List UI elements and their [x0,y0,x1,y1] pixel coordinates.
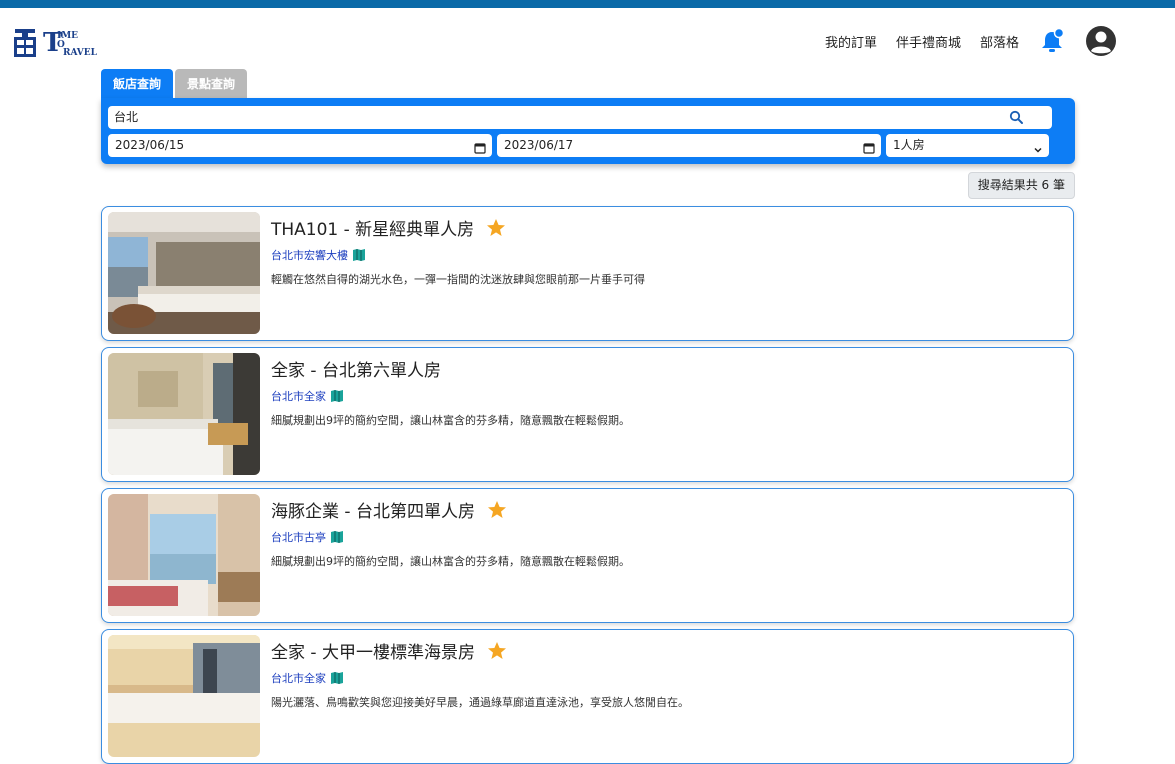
chevron-down-icon [1033,140,1043,153]
nav-link-my-orders[interactable]: 我的訂單 [825,32,877,51]
hotel-photo [108,635,260,757]
hotel-location-text: 台北市宏響大樓 [271,249,348,262]
logo-wordmark: T IME O RAVEL [43,28,97,58]
hotel-location-text: 台北市古亭 [271,531,326,544]
hotel-title-text: 全家 - 大甲一樓標準海景房 [271,643,475,663]
hotel-photo [108,212,260,334]
hotel-title-text: 全家 - 台北第六單人房 [271,361,441,381]
star-icon[interactable] [486,218,506,238]
notification-bell-icon[interactable] [1041,27,1065,54]
navbar: T IME O RAVEL 我的訂單 伴手禮商城 部落格 [0,8,1175,70]
hotel-location[interactable]: 台北市古亭 [271,529,344,545]
hotel-title: 全家 - 台北第六單人房 [271,356,441,381]
checkin-date-value: 2023/06/15 [115,138,185,152]
search-panel: 台北 2023/06/15 2023/06/17 1人房 [101,98,1075,164]
star-icon[interactable] [487,641,507,661]
map-icon[interactable] [330,671,344,685]
checkout-date-field[interactable]: 2023/06/17 [497,134,881,157]
hotel-photo [108,353,260,475]
room-type-select[interactable]: 1人房 [886,134,1049,157]
hotel-location[interactable]: 台北市全家 [271,670,344,686]
top-accent-bar [0,0,1175,8]
user-avatar-icon[interactable] [1085,25,1117,57]
hotel-title: THA101 - 新星經典單人房 [271,215,506,240]
hotel-description: 輕觸在悠然自得的湖光水色，一彈一指間的沈迷放肆與您眼前那一片垂手可得 [271,273,645,286]
calendar-icon[interactable] [863,139,875,154]
hotel-location[interactable]: 台北市全家 [271,388,344,404]
nav-link-gift-shop[interactable]: 伴手禮商城 [896,32,961,51]
hotel-description: 細膩規劃出9坪的簡約空間，讓山林富含的芬多精，隨意飄散在輕鬆假期。 [271,555,630,568]
tab-hotel-search[interactable]: 飯店查詢 [101,69,174,99]
checkin-date-field[interactable]: 2023/06/15 [108,134,492,157]
hotel-title: 全家 - 大甲一樓標準海景房 [271,638,507,663]
map-icon[interactable] [330,530,344,544]
hotel-photo [108,494,260,616]
search-keyword: 台北 [114,110,139,124]
hotel-card[interactable]: 海豚企業 - 台北第四單人房 台北市古亭 細膩規劃出9坪的簡約空間，讓山林富含的… [101,488,1074,623]
hotel-location[interactable]: 台北市宏響大樓 [271,247,366,263]
search-icon[interactable] [1009,110,1024,125]
logo[interactable]: T IME O RAVEL [13,26,103,60]
map-icon[interactable] [330,389,344,403]
hotel-location-text: 台北市全家 [271,390,326,403]
result-count-badge: 搜尋結果共 6 筆 [967,172,1075,199]
hotel-description: 陽光灑落、鳥鳴歡笑與您迎接美好早晨，通過綠草廊道直達泳池，享受旅人悠閒自在。 [271,696,689,709]
hotel-title-text: THA101 - 新星經典單人房 [271,220,475,240]
tab-attraction-search[interactable]: 景點查詢 [175,69,248,99]
nav-link-blog[interactable]: 部落格 [980,32,1019,51]
search-input[interactable]: 台北 [108,106,1052,129]
hotel-location-text: 台北市全家 [271,672,326,685]
hotel-card[interactable]: 全家 - 大甲一樓標準海景房 台北市全家 陽光灑落、鳥鳴歡笑與您迎接美好早晨，通… [101,629,1074,764]
room-type-value: 1人房 [893,138,925,152]
search-tabs: 飯店查詢 景點查詢 [101,69,249,99]
star-icon[interactable] [487,500,507,520]
hotel-card[interactable]: 全家 - 台北第六單人房 台北市全家 細膩規劃出9坪的簡約空間，讓山林富含的芬多… [101,347,1074,482]
hotel-title-text: 海豚企業 - 台北第四單人房 [271,502,475,522]
logo-emblem-icon [13,27,37,59]
hotel-description: 細膩規劃出9坪的簡約空間，讓山林富含的芬多精，隨意飄散在輕鬆假期。 [271,414,630,427]
map-icon[interactable] [352,248,366,262]
calendar-icon[interactable] [474,139,486,154]
checkout-date-value: 2023/06/17 [504,138,574,152]
nav-links: 我的訂單 伴手禮商城 部落格 [825,24,1175,58]
hotel-title: 海豚企業 - 台北第四單人房 [271,497,507,522]
hotel-card[interactable]: THA101 - 新星經典單人房 台北市宏響大樓 輕觸在悠然自得的湖光水色，一彈… [101,206,1074,341]
